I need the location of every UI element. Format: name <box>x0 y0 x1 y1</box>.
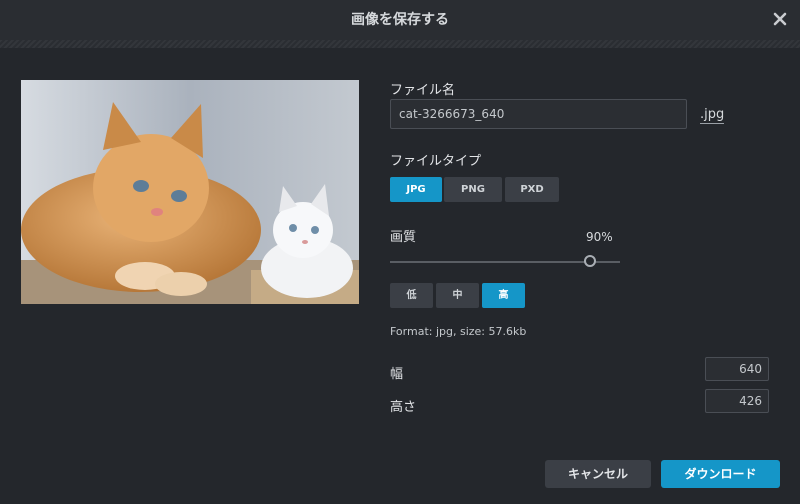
quality-high-button[interactable]: 高 <box>482 283 525 308</box>
header-divider <box>0 40 800 48</box>
filetype-label: ファイルタイプ <box>390 154 482 169</box>
filetype-jpg-button[interactable]: JPG <box>390 177 442 202</box>
filename-input[interactable] <box>390 99 687 129</box>
quality-medium-button[interactable]: 中 <box>436 283 479 308</box>
width-input[interactable]: 640 <box>705 357 769 381</box>
save-image-dialog: 画像を保存する ファイル名 cat-3266673_640 .jpg ファイルタ… <box>0 0 800 504</box>
cancel-button[interactable]: キャンセル <box>545 460 651 488</box>
quality-label: 画質 <box>390 230 417 245</box>
dialog-header: 画像を保存する <box>0 0 800 40</box>
quality-percent: 90% <box>586 230 613 244</box>
height-input[interactable]: 426 <box>705 389 769 413</box>
format-info: Format: jpg, size: 57.6kb <box>390 325 527 338</box>
width-label: 幅 <box>390 367 404 382</box>
quality-low-button[interactable]: 低 <box>390 283 433 308</box>
height-label: 高さ <box>390 400 417 415</box>
download-button[interactable]: ダウンロード <box>661 460 780 488</box>
quality-slider-thumb[interactable] <box>584 255 596 267</box>
file-extension-link[interactable]: .jpg <box>700 106 725 124</box>
filetype-pxd-button[interactable]: PXD <box>505 177 559 202</box>
close-icon[interactable] <box>772 11 788 27</box>
image-preview <box>21 80 359 304</box>
filename-label: ファイル名 <box>390 83 456 98</box>
filetype-png-button[interactable]: PNG <box>444 177 502 202</box>
dialog-title: 画像を保存する <box>351 12 449 28</box>
